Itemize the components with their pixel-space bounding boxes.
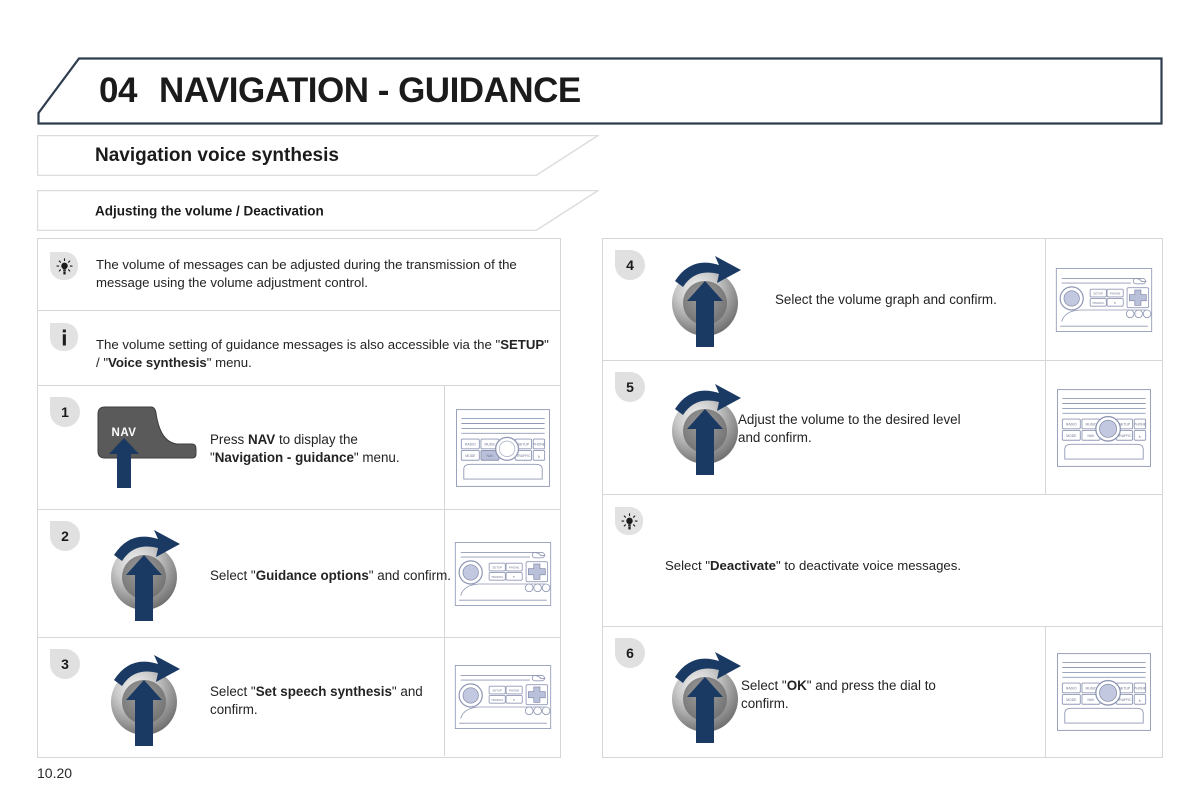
- section-title-tab: Navigation voice synthesis: [37, 135, 599, 176]
- svg-text:↻: ↻: [1139, 434, 1142, 438]
- radio-panel-center-knob-icon: RADIO MUSIC SETUP PHONE MODE NAV TRAFFIC…: [1057, 388, 1151, 467]
- lightbulb-tip-icon: [615, 507, 643, 535]
- step-badge-6: 6: [615, 638, 645, 668]
- rotary-dial-icon: [661, 647, 749, 743]
- left-column: The volume of messages can be adjusted d…: [37, 238, 561, 758]
- step-5-thumbnail: RADIO MUSIC SETUP PHONE MODE NAV TRAFFIC…: [1045, 361, 1162, 494]
- svg-text:TRAFFIC: TRAFFIC: [1117, 698, 1132, 702]
- svg-text:TRAFFIC: TRAFFIC: [516, 453, 531, 457]
- rotary-dial-graphic: [111, 655, 180, 746]
- svg-text:MUSIC: MUSIC: [1085, 422, 1097, 426]
- rotary-dial-graphic: [672, 256, 741, 347]
- step-2-text: Select "Guidance options" and confirm.: [210, 568, 451, 583]
- rotary-dial-icon: [661, 251, 749, 347]
- tip-note-volume: The volume of messages can be adjusted d…: [38, 239, 560, 311]
- step-6-thumbnail: RADIO MUSIC SETUP PHONE MODE NAV TRAFFIC…: [1045, 627, 1162, 757]
- svg-text:↻: ↻: [512, 698, 515, 702]
- step-badge-5: 5: [615, 372, 645, 402]
- page-number: 10.20: [37, 765, 73, 781]
- rotary-dial-icon: [661, 379, 749, 475]
- svg-text:PHONE: PHONE: [508, 689, 518, 693]
- svg-text:MODE: MODE: [1066, 698, 1077, 702]
- chapter-number: 04: [99, 71, 137, 110]
- step-row-5: 5 Adjust the volume to the desired level…: [603, 361, 1162, 495]
- rotary-dial-icon: [100, 525, 188, 621]
- rotary-dial-icon: [100, 650, 188, 746]
- lightbulb-glyph: [55, 257, 73, 274]
- svg-text:↻: ↻: [1139, 699, 1142, 703]
- svg-text:TRAFFIC: TRAFFIC: [1117, 433, 1132, 437]
- rotary-dial-graphic: [672, 652, 741, 743]
- svg-text:RADIO: RADIO: [1066, 422, 1077, 426]
- svg-text:MUSIC: MUSIC: [1085, 687, 1097, 691]
- nav-button-icon: NAV: [93, 404, 199, 490]
- svg-text:PHONE: PHONE: [532, 442, 545, 446]
- step-badge-4: 4: [615, 250, 645, 280]
- svg-text:NAV: NAV: [112, 427, 137, 439]
- svg-text:↻: ↻: [1114, 301, 1117, 305]
- step-row-3: 3 Select "Set speech synthesis" and confi…: [38, 638, 560, 756]
- chapter-title: NAVIGATION - GUIDANCE: [158, 71, 581, 110]
- info-note-setup-text: The volume setting of guidance messages …: [96, 337, 549, 370]
- step-row-2: 2 Select "Guidance options" and confirm.…: [38, 510, 560, 638]
- nav-button-graphic: NAV: [97, 406, 197, 488]
- svg-text:PHONE: PHONE: [1110, 291, 1120, 295]
- section-subtitle: Adjusting the volume / Deactivation: [95, 203, 324, 218]
- lightbulb-glyph: [620, 512, 638, 529]
- manual-page: 04 NAVIGATION - GUIDANCE Navigation voic…: [0, 0, 1200, 800]
- step-2-body: 2 Select "Guidance options" and confirm.: [38, 510, 451, 637]
- tip-note-deactivate-text: Select "Deactivate" to deactivate voice …: [665, 558, 961, 573]
- svg-text:PHONE: PHONE: [1134, 422, 1147, 426]
- step-3-text: Select "Set speech synthesis" and confirm…: [210, 684, 423, 718]
- step-row-1: 1 NAV Press NAV to display the "Navigatio…: [38, 386, 560, 510]
- step-6-body: 6 Select "OK" and press the dial to confi…: [603, 627, 1045, 757]
- svg-text:PHONE: PHONE: [1134, 687, 1147, 691]
- information-glyph: [62, 329, 66, 345]
- svg-text:SETUP: SETUP: [1093, 291, 1103, 295]
- step-badge-2: 2: [50, 521, 80, 551]
- tip-note-deactivate: Select "Deactivate" to deactivate voice …: [603, 495, 1162, 627]
- svg-text:TRAFFIC: TRAFFIC: [1092, 300, 1104, 304]
- right-column: 4 Select the volume graph and confirm. S…: [602, 238, 1163, 758]
- svg-text:MODE: MODE: [1066, 433, 1077, 437]
- section-title: Navigation voice synthesis: [95, 144, 339, 166]
- info-note-setup: The volume setting of guidance messages …: [38, 311, 560, 386]
- svg-text:SETUP: SETUP: [1119, 687, 1131, 691]
- step-5-text: Adjust the volume to the desired level an…: [738, 412, 961, 446]
- tip-note-volume-text: The volume of messages can be adjusted d…: [96, 257, 517, 290]
- step-badge-3: 3: [50, 649, 80, 679]
- rotary-dial-graphic: [111, 530, 180, 621]
- rotary-dial-graphic: [672, 384, 741, 475]
- step-row-4: 4 Select the volume graph and confirm. S…: [603, 239, 1162, 361]
- step-4-thumbnail: SETUP PHONE TRAFFIC ↻: [1045, 239, 1162, 360]
- information-icon: [50, 323, 78, 351]
- step-5-body: 5 Adjust the volume to the desired level…: [603, 361, 1045, 494]
- svg-text:NAV: NAV: [1088, 433, 1095, 437]
- chapter-header: 04 NAVIGATION - GUIDANCE: [37, 57, 1163, 125]
- svg-text:↻: ↻: [512, 575, 515, 579]
- svg-text:RADIO: RADIO: [1066, 687, 1077, 691]
- step-3-body: 3 Select "Set speech synthesis" and confi…: [38, 638, 444, 756]
- svg-text:PHONE: PHONE: [508, 565, 518, 569]
- step-4-text: Select the volume graph and confirm.: [775, 292, 997, 307]
- chapter-header-text: 04 NAVIGATION - GUIDANCE: [99, 71, 581, 111]
- svg-text:↻: ↻: [537, 454, 540, 458]
- svg-text:SETUP: SETUP: [517, 442, 529, 446]
- radio-panel-left-knob-dpad-icon: SETUP PHONE TRAFFIC ↻: [1055, 267, 1153, 332]
- step-badge-1: 1: [50, 397, 80, 427]
- section-subtitle-tab: Adjusting the volume / Deactivation: [37, 190, 599, 231]
- step-6-text: Select "OK" and press the dial to confirm…: [741, 678, 936, 712]
- radio-panel-center-knob-icon: RADIO MUSIC SETUP PHONE MODE NAV TRAFFIC…: [1057, 653, 1151, 731]
- step-4-body: 4 Select the volume graph and confirm.: [603, 239, 1045, 360]
- step-1-body: 1 NAV Press NAV to display the "Navigatio…: [38, 386, 444, 509]
- step-1-text: Press NAV to display the "Navigation - gu…: [210, 432, 400, 466]
- step-row-6: 6 Select "OK" and press the dial to confi…: [603, 627, 1162, 757]
- svg-text:NAV: NAV: [1088, 698, 1095, 702]
- lightbulb-tip-icon: [50, 252, 78, 280]
- svg-text:SETUP: SETUP: [1119, 422, 1131, 426]
